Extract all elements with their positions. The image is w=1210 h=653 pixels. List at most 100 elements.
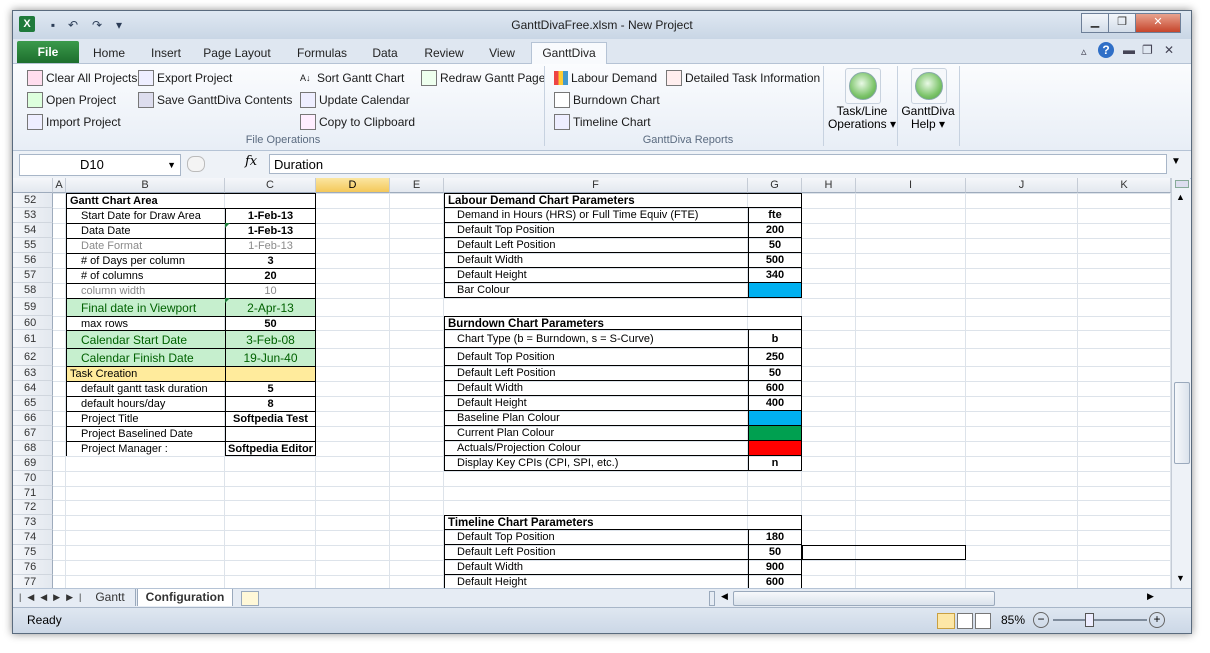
burndown-param-label[interactable]: Default Width (444, 381, 748, 396)
gantt-param-label[interactable]: Project Title (66, 411, 225, 426)
labour-demand-button[interactable]: Labour Demand (554, 69, 657, 87)
gantt-param-label[interactable]: Start Date for Draw Area (66, 208, 225, 223)
column-header-e[interactable]: E (390, 178, 444, 193)
sort-gantt-chart-button[interactable]: A↓ Sort Gantt Chart (300, 69, 404, 87)
column-header-c[interactable]: C (225, 178, 316, 193)
row-header[interactable]: 52 (13, 193, 53, 208)
tab-split-handle[interactable] (709, 591, 715, 606)
wb-restore-icon[interactable]: ❐ (1142, 43, 1153, 57)
timeline-param-value[interactable]: 50 (748, 545, 802, 560)
timeline-param-value[interactable]: 900 (748, 560, 802, 575)
import-project-button[interactable]: Import Project (27, 113, 121, 131)
sheet-nav-arrows-icon[interactable]: |◀◀▶▶| (19, 592, 87, 603)
gantt-param-value[interactable]: Softpedia Test (225, 411, 316, 426)
labour-param-value[interactable]: 200 (748, 223, 802, 238)
row-header[interactable]: 68 (13, 441, 53, 456)
timeline-param-label[interactable]: Default Height (444, 575, 748, 588)
gantt-param-value[interactable]: 5 (225, 381, 316, 396)
hscroll-right-icon[interactable]: ▶ (1147, 591, 1154, 602)
burndown-param-label[interactable]: Actuals/Projection Colour (444, 441, 748, 456)
gantt-param-label[interactable]: # of columns (66, 268, 225, 283)
timeline-chart-button[interactable]: Timeline Chart (554, 113, 651, 131)
row-header[interactable]: 61 (13, 330, 53, 348)
cell[interactable] (748, 515, 802, 530)
gantt-area-title[interactable]: Gantt Chart Area (66, 193, 225, 208)
labour-param-label[interactable]: Demand in Hours (HRS) or Full Time Equiv… (444, 208, 748, 223)
scroll-up-icon[interactable]: ▲ (1176, 192, 1185, 202)
timeline-param-value[interactable]: 180 (748, 530, 802, 545)
row-header[interactable]: 54 (13, 223, 53, 238)
column-header-g[interactable]: G (748, 178, 802, 193)
sheet-tab-gantt[interactable]: Gantt (85, 589, 136, 606)
gantt-param-value[interactable] (225, 426, 316, 441)
gantt-param-label[interactable]: Calendar Start Date (66, 330, 225, 348)
gantt-param-label[interactable]: default hours/day (66, 396, 225, 411)
sheet-tab-configuration[interactable]: Configuration (137, 589, 233, 606)
ganttdiva-help-button[interactable]: GanttDiva Help ▾ (899, 66, 957, 146)
burndown-param-label[interactable]: Baseline Plan Colour (444, 411, 748, 426)
column-header-i[interactable]: I (856, 178, 966, 193)
gantt-param-label[interactable]: default gantt task duration (66, 381, 225, 396)
labour-param-label[interactable]: Default Height (444, 268, 748, 283)
burndown-param-value[interactable]: 600 (748, 381, 802, 396)
burndown-param-label[interactable]: Display Key CPIs (CPI, SPI, etc.) (444, 456, 748, 471)
burndown-param-value[interactable]: b (748, 330, 802, 348)
row-header[interactable]: 75 (13, 545, 53, 560)
zoom-out-icon[interactable]: − (1033, 612, 1049, 628)
zoom-level[interactable]: 85% (1001, 613, 1025, 627)
burndown-param-label[interactable]: Chart Type (b = Burndown, s = S-Curve) (444, 330, 748, 348)
vertical-scroll-thumb[interactable] (1174, 382, 1190, 464)
insert-sheet-icon[interactable] (241, 591, 259, 606)
timeline-param-label[interactable]: Default Width (444, 560, 748, 575)
burndown-param-label[interactable]: Default Top Position (444, 348, 748, 366)
row-header[interactable]: 73 (13, 515, 53, 530)
row-header[interactable]: 53 (13, 208, 53, 223)
insert-function-icon[interactable]: fx (245, 154, 257, 169)
row-header[interactable]: 60 (13, 316, 53, 330)
gantt-param-value[interactable]: 1-Feb-13 (225, 238, 316, 253)
row-header[interactable]: 64 (13, 381, 53, 396)
row-header[interactable]: 77 (13, 575, 53, 588)
clear-all-projects-button[interactable]: Clear All Projects (27, 69, 137, 87)
labour-param-label[interactable]: Default Top Position (444, 223, 748, 238)
redraw-gantt-page-button[interactable]: Redraw Gantt Page (421, 69, 545, 87)
close-button[interactable]: ✕ (1135, 13, 1181, 33)
cell[interactable] (748, 316, 802, 330)
column-header-d[interactable]: D (316, 178, 390, 193)
tab-formulas[interactable]: Formulas (291, 43, 353, 63)
row-header[interactable]: 67 (13, 426, 53, 441)
gantt-param-value[interactable]: 50 (225, 316, 316, 330)
tab-review[interactable]: Review (418, 43, 470, 63)
wb-close-icon[interactable]: ✕ (1164, 43, 1174, 57)
formula-cancel-icon[interactable] (187, 156, 205, 172)
expand-formula-bar-icon[interactable]: ▼ (1171, 156, 1181, 167)
row-header[interactable]: 70 (13, 471, 53, 486)
burndown-param-value[interactable]: 50 (748, 366, 802, 381)
burndown-title[interactable]: Burndown Chart Parameters (444, 316, 748, 330)
gantt-param-label[interactable]: Project Baselined Date (66, 426, 225, 441)
tab-page-layout[interactable]: Page Layout (199, 43, 275, 63)
zoom-in-icon[interactable]: + (1149, 612, 1165, 628)
row-header[interactable]: 72 (13, 500, 53, 515)
row-header[interactable]: 62 (13, 348, 53, 366)
row-header[interactable]: 55 (13, 238, 53, 253)
burndown-param-value[interactable] (748, 441, 802, 456)
row-header[interactable]: 65 (13, 396, 53, 411)
tab-ganttdiva[interactable]: GanttDiva (531, 42, 607, 64)
save-ganttdiva-contents-button[interactable]: Save GanttDiva Contents (138, 91, 292, 109)
cell[interactable] (748, 193, 802, 208)
labour-param-value[interactable]: 50 (748, 238, 802, 253)
update-calendar-button[interactable]: Update Calendar (300, 91, 410, 109)
column-header-f[interactable]: F (444, 178, 748, 193)
scroll-down-icon[interactable]: ▼ (1176, 573, 1185, 583)
normal-view-icon[interactable] (937, 613, 955, 629)
column-header-b[interactable]: B (66, 178, 225, 193)
gantt-param-value[interactable]: 1-Feb-13 (225, 223, 316, 238)
gantt-param-label[interactable]: Final date in Viewport (66, 298, 225, 316)
gantt-param-label[interactable]: Date Format (66, 238, 225, 253)
burndown-param-label[interactable]: Current Plan Colour (444, 426, 748, 441)
detailed-task-information-button[interactable]: Detailed Task Information (666, 69, 820, 87)
labour-param-label[interactable]: Default Left Position (444, 238, 748, 253)
copy-to-clipboard-button[interactable]: Copy to Clipboard (300, 113, 415, 131)
row-header[interactable]: 71 (13, 486, 53, 500)
